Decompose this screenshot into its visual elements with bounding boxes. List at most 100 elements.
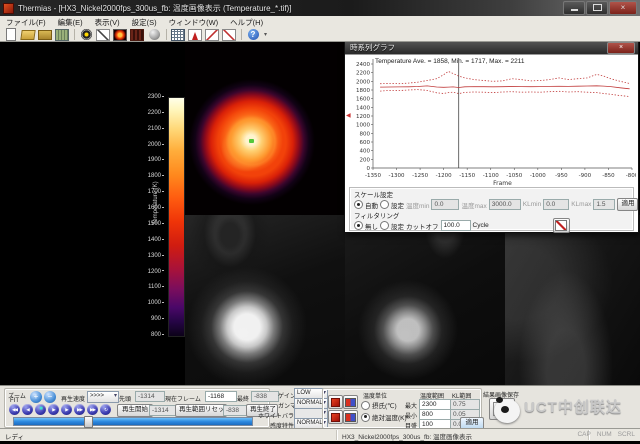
graph-window-titlebar[interactable]: 時系列グラフ × — [345, 42, 638, 54]
skip-to-start-button[interactable]: ◀◀ — [9, 404, 20, 415]
graph-window-title: 時系列グラフ — [350, 42, 395, 53]
pattern-view-button[interactable] — [129, 28, 145, 41]
filter-none-label: 無し — [365, 221, 378, 231]
decay-chart-button[interactable] — [221, 28, 237, 41]
kelvin-radio[interactable] — [361, 413, 370, 422]
toolbar-separator — [166, 29, 167, 40]
y-tick-label: 1000 — [356, 123, 370, 129]
current-frame-field[interactable]: -1168 — [205, 391, 237, 402]
folder-button[interactable] — [37, 28, 53, 41]
sphere-view-button[interactable] — [146, 28, 162, 41]
palette-rainbow-button-1[interactable] — [343, 395, 358, 409]
x-tick-label: -1350 — [365, 173, 381, 179]
zoom-out-button[interactable]: − — [44, 391, 56, 403]
filter-set-radio[interactable] — [380, 221, 389, 230]
menu-window[interactable]: ウィンドウ(W) — [163, 17, 225, 28]
last-frame-field[interactable]: -838 — [251, 391, 279, 402]
filter-set-label: 設定 — [391, 221, 404, 231]
control-panel: ズーム FIT + − 再生速度 >>>> 先頭 -1314 現在フレーム -1… — [0, 385, 640, 429]
y-tick-label: 1200 — [356, 114, 370, 120]
filter-none-radio[interactable] — [354, 221, 363, 230]
fast-forward-button[interactable]: ▶▶ — [74, 404, 85, 415]
y-tick-label: 1400 — [356, 105, 370, 111]
play-start-field[interactable]: -1314 — [149, 405, 177, 416]
x-tick-label: -950 — [555, 173, 568, 179]
timeseries-button[interactable] — [204, 28, 220, 41]
histogram-button[interactable] — [187, 28, 203, 41]
cutoff-field[interactable]: 100.0 — [441, 220, 471, 231]
new-file-icon — [6, 28, 16, 41]
speed-select[interactable]: >>>> — [87, 391, 119, 403]
thermal-view-button[interactable] — [112, 28, 128, 41]
colorbar-axis-label: Temperature (K) — [153, 165, 159, 241]
max-label: 最大 — [405, 401, 417, 410]
play-start-button[interactable]: 再生開始 — [117, 404, 153, 417]
scale-apply-button[interactable]: 適用 — [617, 198, 638, 211]
panda-logo — [494, 399, 520, 423]
x-tick-label: -1250 — [412, 173, 428, 179]
background-texture — [505, 215, 640, 385]
line-profile-button[interactable] — [95, 28, 111, 41]
timeseries-chart[interactable]: 0200400600800100012001400160018002000220… — [347, 56, 636, 186]
minimize-button[interactable] — [563, 1, 585, 15]
target-button[interactable] — [78, 28, 94, 41]
scale-set-radio[interactable] — [380, 200, 389, 209]
zoom-in-button[interactable]: + — [30, 391, 42, 403]
close-button[interactable]: × — [609, 1, 637, 15]
graph-close-button[interactable]: × — [607, 42, 635, 54]
thermal-image-view[interactable] — [185, 42, 345, 215]
toolbar-overflow-icon[interactable]: ▾ — [264, 31, 267, 38]
menu-settings[interactable]: 設定(S) — [126, 17, 163, 28]
menu-help[interactable]: ヘルプ(H) — [224, 17, 269, 28]
temp-min-field[interactable]: 0.0 — [431, 199, 459, 210]
grayscale-image-view-1[interactable] — [185, 215, 345, 385]
timeline-slider-handle[interactable] — [84, 416, 93, 428]
chart-up-icon — [205, 29, 219, 41]
folder-icon — [38, 30, 52, 40]
film-sequence-button[interactable] — [54, 28, 70, 41]
skip-to-end-button[interactable]: ▶▶ — [87, 404, 98, 415]
filter-chart-button[interactable] — [553, 218, 570, 233]
temp-max-field[interactable]: 3000.0 — [489, 199, 521, 210]
first-frame-field[interactable]: -1314 — [135, 391, 165, 402]
y-tick-label: 0 — [367, 166, 371, 172]
status-num-lock: NUM — [597, 431, 612, 438]
maximize-button[interactable] — [586, 1, 608, 15]
grid-button[interactable] — [170, 28, 186, 41]
celsius-radio[interactable] — [361, 401, 370, 410]
playback-group: ズーム FIT + − 再生速度 >>>> 先頭 -1314 現在フレーム -1… — [4, 388, 270, 428]
stop-button[interactable]: ■ — [35, 404, 46, 415]
colorbar-tick: 2300 — [138, 94, 164, 100]
scale-set-label: 設定 — [391, 200, 404, 210]
palette-hot-button-1[interactable] — [328, 395, 343, 409]
scale-auto-radio[interactable] — [354, 200, 363, 209]
new-file-button[interactable] — [3, 28, 19, 41]
kl-max-label: KLmax — [571, 201, 591, 208]
kl-max-field[interactable]: 1.5 — [593, 199, 615, 210]
menu-view[interactable]: 表示(V) — [89, 17, 126, 28]
help-button[interactable]: ? — [245, 28, 261, 41]
play-button[interactable]: ▶ — [48, 404, 59, 415]
menu-edit[interactable]: 編集(E) — [52, 17, 89, 28]
palette-rainbow-button-2[interactable] — [343, 410, 358, 424]
step-forward-button[interactable]: ▶ — [61, 404, 72, 415]
loop-button[interactable]: ↻ — [100, 404, 111, 415]
kl-min-field[interactable]: 0.0 — [543, 199, 569, 210]
current-frame-label: 現在フレーム — [165, 394, 201, 403]
x-tick-label: -1300 — [389, 173, 405, 179]
series-ave — [380, 86, 629, 89]
menu-file[interactable]: ファイル(F) — [0, 17, 52, 28]
open-file-button[interactable] — [20, 28, 36, 41]
last-frame-label: 最終 — [237, 394, 249, 403]
timeline-slider[interactable] — [13, 417, 253, 426]
colorbar-tick: 900 — [138, 316, 164, 322]
x-tick-label: -900 — [579, 173, 592, 179]
range-reset-button[interactable]: 再生範囲リセット — [175, 404, 227, 417]
palette-hot-button-2[interactable] — [328, 410, 343, 424]
status-scroll-lock: SCRL — [618, 431, 635, 438]
grayscale-image-view-2[interactable] — [345, 215, 505, 385]
toolbar-separator — [241, 29, 242, 40]
colorbar-tick: 1900 — [138, 157, 164, 163]
unit-legend: 温度単位 — [363, 391, 387, 400]
step-back-button[interactable]: ◀ — [22, 404, 33, 415]
